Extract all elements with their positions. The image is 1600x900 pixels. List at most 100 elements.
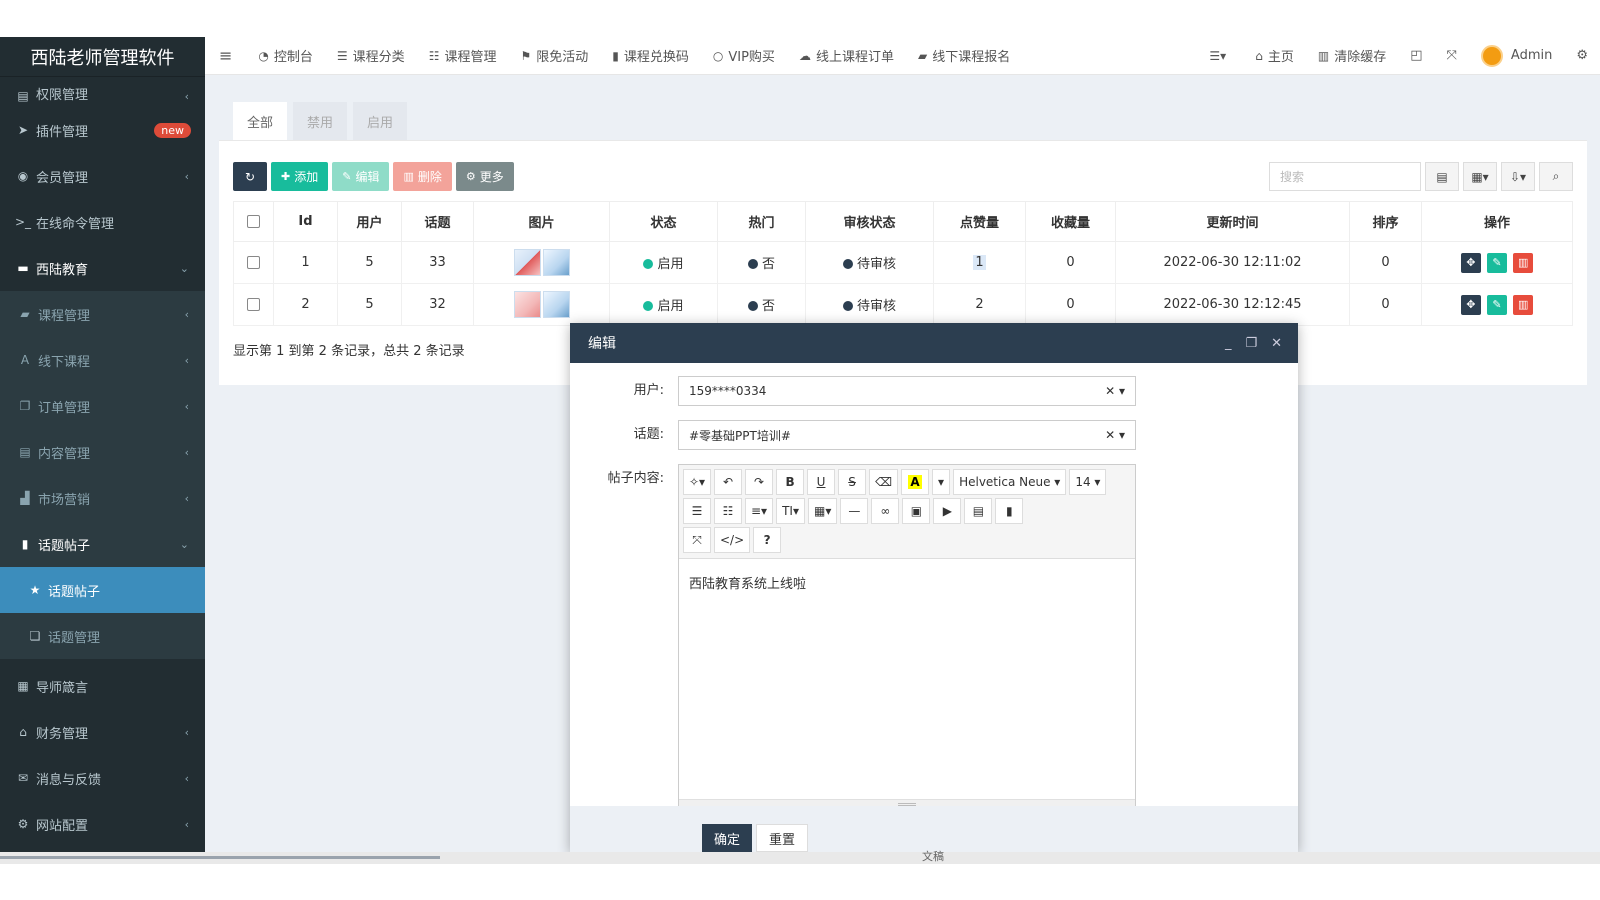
clear-dropdown-icon[interactable]: ✕ ▾ [1105,428,1125,442]
col-likes[interactable]: 点赞量 [933,201,1026,242]
tab-disabled[interactable]: 禁用 [293,102,348,140]
col-image[interactable]: 图片 [473,201,610,242]
cell-hot[interactable]: 否 [717,283,806,326]
nav-course-category[interactable]: ☰ 课程分类 [325,37,417,75]
col-hot[interactable]: 热门 [717,201,806,242]
advanced-search-button[interactable]: ⌕ [1539,162,1573,191]
sidebar-item-topic-posts-group[interactable]: ▮ 话题帖子 ⌄ [0,521,205,567]
link-icon[interactable]: ∞ [871,498,900,524]
col-user[interactable]: 用户 [337,201,402,242]
col-review[interactable]: 审核状态 [805,201,934,242]
toggle-view-button[interactable]: ▤ [1425,162,1459,191]
redo-icon[interactable]: ↷ [745,469,774,495]
cell-review[interactable]: 待审核 [805,241,934,284]
user-menu[interactable]: Admin [1469,37,1564,75]
sidebar-item-messages[interactable]: ✉ 消息与反馈 ‹ [0,755,205,801]
layout-menu-button[interactable]: ☰▾ [1197,37,1243,75]
drag-sort-button[interactable]: ✥ [1460,252,1481,273]
cell-likes[interactable]: 2 [933,283,1026,326]
col-sort[interactable]: 排序 [1349,201,1422,242]
undo-icon[interactable]: ↶ [714,469,743,495]
search-input[interactable]: 搜索 [1269,162,1421,191]
columns-button[interactable]: ▦▾ [1463,162,1497,191]
sidebar-item-plugins[interactable]: ➤ 插件管理 new [0,107,205,153]
eraser-icon[interactable]: ⌫ [869,469,899,495]
nav-dashboard[interactable]: ◔ 控制台 [246,37,325,75]
post-image-thumbnail[interactable] [513,249,541,276]
export-button[interactable]: ⇩▾ [1501,162,1535,191]
post-image-thumbnail[interactable] [542,249,570,276]
font-size-select[interactable]: 14 ▾ [1069,469,1107,495]
sidebar-item-site-config[interactable]: ⚙ 网站配置 ‹ [0,801,205,847]
menu-toggle-icon[interactable]: ≡ [205,37,246,75]
maximize-icon[interactable]: ❐ [1245,336,1257,351]
sidebar-item-offline-course[interactable]: A 线下课程 ‹ [0,337,205,383]
more-button[interactable]: ⚙ 更多 [455,162,514,191]
post-image-thumbnail[interactable] [542,291,570,318]
nav-free-activity[interactable]: ⚑ 限免活动 [508,37,600,75]
row-delete-button[interactable]: ▥ [1513,252,1534,273]
sidebar-item-marketing[interactable]: ▟ 市场营销 ‹ [0,475,205,521]
sidebar-item-finance[interactable]: ⌂ 财务管理 ‹ [0,709,205,755]
nav-clear-cache[interactable]: ▥ 清除缓存 [1306,37,1398,75]
fullscreen-icon[interactable]: ⤧ [683,527,711,553]
magic-style-icon[interactable]: ✧▾ [683,469,712,495]
drag-sort-button[interactable]: ✥ [1460,294,1481,315]
underline-icon[interactable]: U [807,469,836,495]
sidebar-item-mentor-quotes[interactable]: ▦ 导师箴言 [0,663,205,709]
tab-all[interactable]: 全部 [233,102,288,140]
unordered-list-icon[interactable]: ☰ [683,498,711,524]
sidebar-item-orders[interactable]: ❐ 订单管理 ‹ [0,383,205,429]
bold-icon[interactable]: B [776,469,805,495]
insert-file-icon[interactable]: ▤ [964,498,993,524]
sidebar-item-permissions[interactable]: ▤ 权限管理 ‹ [0,77,205,107]
refresh-button[interactable]: ↻ [233,162,267,191]
col-status[interactable]: 状态 [609,201,718,242]
cell-status[interactable]: 启用 [609,241,718,284]
sidebar-item-topic-manage[interactable]: ❏ 话题管理 [0,613,205,659]
cell-hot[interactable]: 否 [717,241,806,284]
cell-review[interactable]: 待审核 [805,283,934,326]
translate-icon[interactable]: ◰ [1398,37,1434,75]
cell-likes[interactable]: 1 [933,241,1026,284]
nav-redeem-code[interactable]: ▮ 课程兑换码 [600,37,701,75]
topic-select[interactable]: #零基础PPT培训# ✕ ▾ [678,420,1136,450]
ordered-list-icon[interactable]: ☷ [714,498,742,524]
minimize-icon[interactable]: _ [1225,336,1232,351]
editor-content[interactable]: 西陆教育系统上线啦 [679,559,1135,606]
sidebar-item-members[interactable]: ◉ 会员管理 ‹ [0,153,205,199]
confirm-button[interactable]: 确定 [702,824,753,852]
col-id[interactable]: Id [273,201,338,242]
nav-home[interactable]: ⌂ 主页 [1243,37,1306,75]
image-icon[interactable]: ▣ [902,498,931,524]
sidebar-item-commands[interactable]: >_ 在线命令管理 [0,199,205,245]
row-edit-button[interactable]: ✎ [1487,252,1507,273]
tab-enabled[interactable]: 启用 [353,102,408,140]
help-icon[interactable]: ? [753,527,782,553]
font-family-select[interactable]: Helvetica Neue ▾ [953,469,1067,495]
video-icon[interactable]: ▶ [933,498,962,524]
col-updated[interactable]: 更新时间 [1115,201,1350,242]
select-all-checkbox[interactable] [247,215,260,228]
user-select[interactable]: 159****0334 ✕ ▾ [678,376,1136,406]
settings-gears-icon[interactable]: ⚙ [1564,37,1600,75]
code-view-icon[interactable]: </> [714,527,751,553]
sidebar-item-topic-posts[interactable]: ★ 话题帖子 [0,567,205,613]
close-icon[interactable]: ✕ [1271,336,1282,351]
row-checkbox[interactable] [247,298,260,311]
cell-status[interactable]: 启用 [609,283,718,326]
post-image-thumbnail[interactable] [513,291,541,318]
align-icon[interactable]: ≡▾ [745,498,774,524]
table-icon[interactable]: ▦▾ [807,498,838,524]
row-delete-button[interactable]: ▥ [1513,294,1534,315]
horizontal-rule-icon[interactable]: — [840,498,869,524]
text-color-icon[interactable]: A [901,469,930,495]
color-dropdown-icon[interactable]: ▾ [932,469,951,495]
col-topic[interactable]: 话题 [401,201,474,242]
col-favs[interactable]: 收藏量 [1025,201,1116,242]
reset-button[interactable]: 重置 [756,824,809,852]
file-icon[interactable]: ▮ [995,498,1024,524]
row-checkbox[interactable] [247,256,260,269]
add-button[interactable]: ✚ 添加 [271,162,329,191]
row-edit-button[interactable]: ✎ [1487,294,1507,315]
